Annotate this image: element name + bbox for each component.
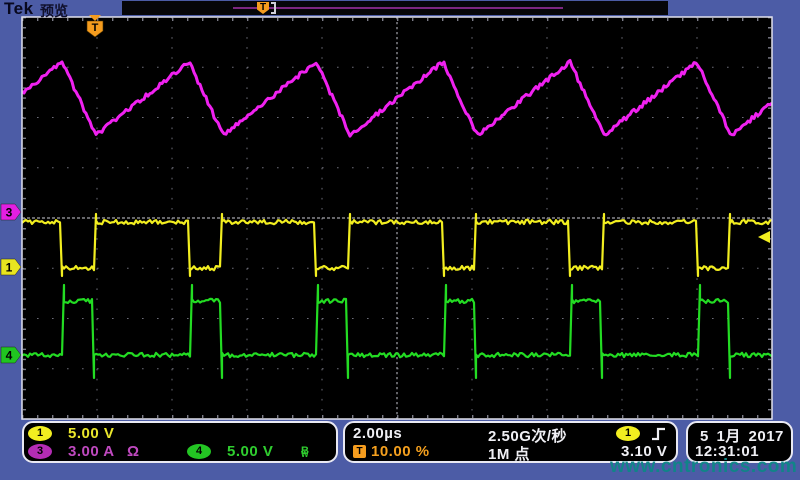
tek-logo: Tek	[4, 0, 34, 19]
record-length-readout: 1M 点	[488, 443, 530, 464]
bw-letter: B	[301, 445, 309, 457]
ch4-bandwidth-limit-indicator: BW	[301, 445, 309, 459]
trigger-position-readout: 10.00 %	[371, 443, 430, 460]
timebase-readout: 2.00µs	[353, 425, 402, 442]
ch4-scale-readout: 5.00 V	[227, 443, 273, 460]
ch3-reference-marker[interactable]: 3	[1, 204, 21, 220]
ch4-reference-marker[interactable]: 4	[1, 347, 21, 363]
acquisition-mode-label: 预览	[40, 1, 68, 21]
ch3-scale-readout: 3.00 A	[68, 443, 115, 460]
vertical-readout-box[interactable]: 1 5.00 V 3 3.00 A Ω 4 5.00 V BW	[22, 421, 338, 463]
record-view-bar[interactable]: T	[122, 1, 668, 15]
ch1-scale-readout: 5.00 V	[68, 425, 114, 442]
ch1-badge[interactable]: 1	[28, 426, 52, 441]
ch1-reference-marker[interactable]: 1	[1, 259, 21, 275]
svg-text:4: 4	[6, 349, 13, 363]
scope-graticule-area: 3 1 4 T	[0, 0, 800, 480]
svg-text:1: 1	[6, 261, 13, 275]
record-view-waveform-line	[233, 7, 563, 9]
svg-text:T: T	[92, 22, 99, 34]
rising-edge-slope-icon	[650, 426, 668, 442]
svg-text:3: 3	[6, 206, 13, 220]
watermark-text: www.cntronics.com	[610, 456, 797, 478]
ch3-badge[interactable]: 3	[28, 444, 52, 459]
record-view-trigger-icon[interactable]: T	[257, 2, 269, 14]
record-view-window-bracket	[271, 2, 276, 14]
trigger-source-badge[interactable]: 1	[616, 426, 640, 441]
ch4-badge[interactable]: 4	[187, 444, 211, 459]
trigger-position-icon: T	[353, 445, 366, 458]
ch3-impedance-symbol: Ω	[127, 443, 140, 460]
